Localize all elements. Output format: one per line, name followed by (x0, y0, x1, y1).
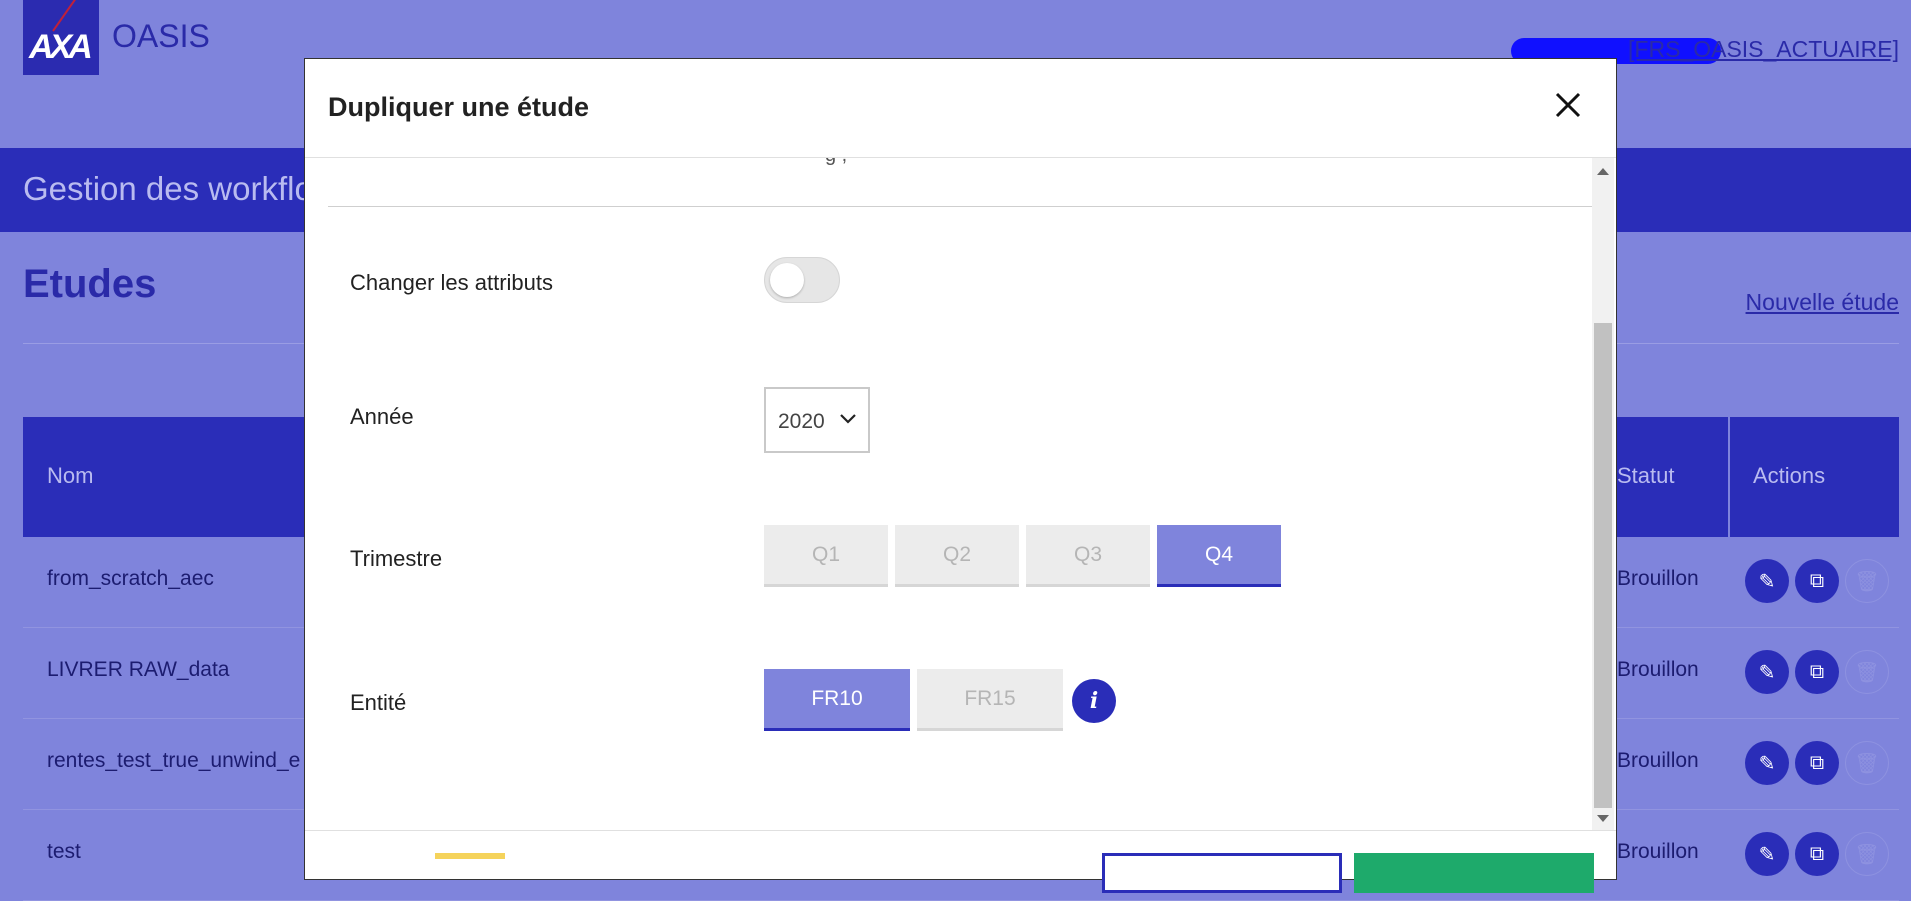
toggle-knob (770, 263, 804, 297)
row-status: Brouillon (1617, 567, 1699, 590)
row-name[interactable]: rentes_test_true_unwind_e (47, 749, 300, 773)
pencil-icon[interactable]: ✎ (1745, 741, 1789, 785)
app-name: OASIS (112, 18, 210, 54)
logo-text: AXA (29, 28, 93, 66)
modal-scrollbar[interactable] (1592, 158, 1614, 830)
trash-icon: 🗑 (1845, 650, 1889, 694)
trimestre-option-q1[interactable]: Q1 (764, 525, 888, 587)
cancel-button[interactable] (1102, 853, 1342, 893)
scroll-up-arrow-icon[interactable] (1597, 168, 1609, 175)
column-header-actions: Actions (1753, 463, 1826, 488)
row-name[interactable]: LIVRER RAW_data (47, 658, 229, 682)
footer-accent (435, 853, 505, 859)
chevron-down-icon (838, 409, 858, 434)
row-status: Brouillon (1617, 749, 1699, 772)
copy-icon[interactable]: ⧉ (1795, 650, 1839, 694)
scroll-down-arrow-icon[interactable] (1597, 815, 1609, 822)
pencil-icon[interactable]: ✎ (1745, 832, 1789, 876)
axa-logo: AXA (23, 0, 99, 75)
pencil-icon[interactable]: ✎ (1745, 650, 1789, 694)
trash-icon: 🗑 (1845, 741, 1889, 785)
cut-off-text: g , (825, 158, 847, 167)
close-icon[interactable] (1548, 85, 1588, 125)
info-icon[interactable]: i (1072, 679, 1116, 723)
modal-header: Dupliquer une étude (305, 59, 1616, 158)
trash-icon: 🗑 (1845, 832, 1889, 876)
annee-label: Année (350, 404, 414, 429)
copy-icon[interactable]: ⧉ (1795, 741, 1839, 785)
modal-title: Dupliquer une étude (328, 92, 590, 122)
column-divider (1728, 417, 1730, 537)
annee-select[interactable]: 2020 (764, 387, 870, 453)
pencil-icon[interactable]: ✎ (1745, 559, 1789, 603)
row-status: Brouillon (1617, 840, 1699, 863)
copy-icon[interactable]: ⧉ (1795, 559, 1839, 603)
entite-option-fr10[interactable]: FR10 (764, 669, 910, 731)
divider (328, 206, 1592, 207)
trimestre-label: Trimestre (350, 546, 443, 571)
entite-label: Entité (350, 690, 407, 715)
trash-icon: 🗑 (1845, 559, 1889, 603)
user-role-link[interactable]: [FRS_OASIS_ACTUAIRE] (1628, 36, 1899, 63)
trimestre-option-q2[interactable]: Q2 (895, 525, 1019, 587)
column-header-statut[interactable]: Statut (1617, 463, 1674, 489)
annee-value: 2020 (778, 410, 825, 433)
duplicate-study-modal: Dupliquer une étude g , Changer les attr… (304, 58, 1617, 893)
row-name[interactable]: from_scratch_aec (47, 567, 214, 591)
copy-icon[interactable]: ⧉ (1795, 832, 1839, 876)
changer-attributs-toggle[interactable] (764, 257, 840, 303)
trimestre-option-q4[interactable]: Q4 (1157, 525, 1281, 587)
column-header-nom[interactable]: Nom (47, 463, 93, 489)
modal-body: g , Changer les attributs Année 2020 Tri… (305, 158, 1592, 830)
changer-attributs-label: Changer les attributs (350, 270, 553, 295)
modal-footer (305, 830, 1616, 893)
new-study-link[interactable]: Nouvelle étude (1746, 289, 1899, 316)
trimestre-option-q3[interactable]: Q3 (1026, 525, 1150, 587)
row-status: Brouillon (1617, 658, 1699, 681)
page-title: Etudes (23, 262, 157, 306)
scroll-thumb[interactable] (1594, 323, 1612, 808)
confirm-button[interactable] (1354, 853, 1594, 893)
entite-option-fr15[interactable]: FR15 (917, 669, 1063, 731)
row-name[interactable]: test (47, 840, 81, 864)
